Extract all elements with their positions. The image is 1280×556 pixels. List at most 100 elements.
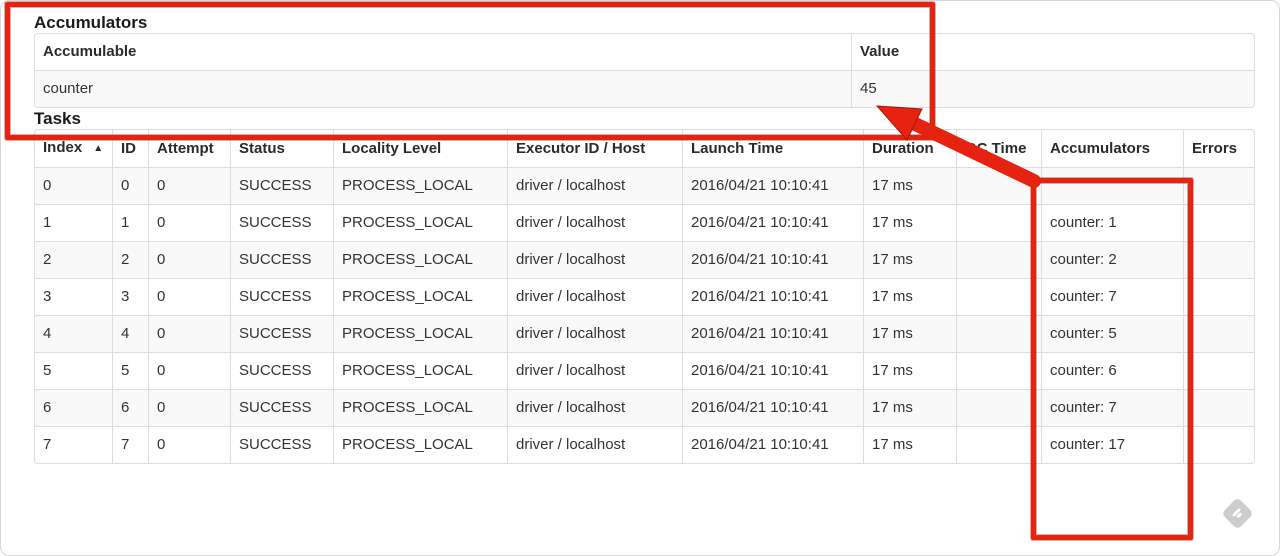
task-duration-cell: 17 ms xyxy=(863,352,956,389)
task-errors-cell xyxy=(1183,389,1254,426)
task-gc-time-cell xyxy=(956,352,1041,389)
accumulators-section-title: Accumulators xyxy=(34,13,148,32)
task-status-cell: SUCCESS xyxy=(230,278,333,315)
task-duration-cell: 17 ms xyxy=(863,426,956,463)
task-errors-cell xyxy=(1183,167,1254,204)
tasks-table-header-row: Index ▲ ID Attempt Status Locality Level Execu… xyxy=(35,130,1254,167)
task-id-cell: 0 xyxy=(112,167,148,204)
task-row: 5 5 0 SUCCESS PROCESS_LOCAL driver / localhos… xyxy=(35,352,1254,389)
col-header-duration[interactable]: Duration xyxy=(863,130,956,167)
task-id-cell: 1 xyxy=(112,204,148,241)
task-attempt-cell: 0 xyxy=(148,426,230,463)
task-accumulators-cell: counter: 7 xyxy=(1041,278,1183,315)
tasks-section-title: Tasks xyxy=(34,109,81,128)
task-index-cell: 4 xyxy=(35,315,112,352)
task-duration-cell: 17 ms xyxy=(863,241,956,278)
task-launch-time-cell: 2016/04/21 10:10:41 xyxy=(682,389,863,426)
task-index-cell: 6 xyxy=(35,389,112,426)
task-locality-level-cell: PROCESS_LOCAL xyxy=(333,204,507,241)
task-duration-cell: 17 ms xyxy=(863,204,956,241)
task-row: 7 7 0 SUCCESS PROCESS_LOCAL driver / localhos… xyxy=(35,426,1254,463)
task-gc-time-cell xyxy=(956,241,1041,278)
task-launch-time-cell: 2016/04/21 10:10:41 xyxy=(682,315,863,352)
task-gc-time-cell xyxy=(956,278,1041,315)
col-header-status[interactable]: Status xyxy=(230,130,333,167)
task-launch-time-cell: 2016/04/21 10:10:41 xyxy=(682,278,863,315)
accumulable-name-cell: counter xyxy=(35,70,851,107)
task-accumulators-cell: counter: 1 xyxy=(1041,204,1183,241)
task-locality-level-cell: PROCESS_LOCAL xyxy=(333,426,507,463)
task-index-cell: 1 xyxy=(35,204,112,241)
sort-ascending-icon: ▲ xyxy=(93,143,104,154)
task-index-cell: 5 xyxy=(35,352,112,389)
task-status-cell: SUCCESS xyxy=(230,204,333,241)
task-errors-cell xyxy=(1183,278,1254,315)
task-accumulators-cell: counter: 2 xyxy=(1041,241,1183,278)
task-locality-level-cell: PROCESS_LOCAL xyxy=(333,389,507,426)
task-executor-id-host-cell: driver / localhost xyxy=(507,426,682,463)
task-accumulators-cell: counter: 6 xyxy=(1041,352,1183,389)
task-launch-time-cell: 2016/04/21 10:10:41 xyxy=(682,426,863,463)
col-header-executor-id-host[interactable]: Executor ID / Host xyxy=(507,130,682,167)
col-header-index[interactable]: Index ▲ xyxy=(35,130,112,167)
task-row: 0 0 0 SUCCESS PROCESS_LOCAL driver / localhos… xyxy=(35,167,1254,204)
task-id-cell: 4 xyxy=(112,315,148,352)
task-attempt-cell: 0 xyxy=(148,241,230,278)
task-executor-id-host-cell: driver / localhost xyxy=(507,241,682,278)
task-accumulators-cell: counter: 17 xyxy=(1041,426,1183,463)
page: Accumulators Accumulable Value counter 45 … xyxy=(0,0,1280,556)
task-locality-level-cell: PROCESS_LOCAL xyxy=(333,278,507,315)
task-status-cell: SUCCESS xyxy=(230,315,333,352)
task-executor-id-host-cell: driver / localhost xyxy=(507,278,682,315)
task-executor-id-host-cell: driver / localhost xyxy=(507,167,682,204)
task-row: 6 6 0 SUCCESS PROCESS_LOCAL driver / localhos… xyxy=(35,389,1254,426)
col-header-locality-level[interactable]: Locality Level xyxy=(333,130,507,167)
accumulators-table-body: counter 45 xyxy=(35,70,1254,107)
feedly-diamond-shape xyxy=(1221,497,1254,530)
accumulator-row: counter 45 xyxy=(35,70,1254,107)
task-status-cell: SUCCESS xyxy=(230,389,333,426)
task-index-cell: 7 xyxy=(35,426,112,463)
task-gc-time-cell xyxy=(956,204,1041,241)
task-duration-cell: 17 ms xyxy=(863,167,956,204)
task-gc-time-cell xyxy=(956,167,1041,204)
task-errors-cell xyxy=(1183,204,1254,241)
task-locality-level-cell: PROCESS_LOCAL xyxy=(333,352,507,389)
task-launch-time-cell: 2016/04/21 10:10:41 xyxy=(682,352,863,389)
task-errors-cell xyxy=(1183,241,1254,278)
task-locality-level-cell: PROCESS_LOCAL xyxy=(333,241,507,278)
col-header-attempt[interactable]: Attempt xyxy=(148,130,230,167)
task-accumulators-cell xyxy=(1041,167,1183,204)
task-executor-id-host-cell: driver / localhost xyxy=(507,315,682,352)
task-errors-cell xyxy=(1183,315,1254,352)
col-header-id[interactable]: ID xyxy=(112,130,148,167)
task-locality-level-cell: PROCESS_LOCAL xyxy=(333,167,507,204)
task-status-cell: SUCCESS xyxy=(230,167,333,204)
task-launch-time-cell: 2016/04/21 10:10:41 xyxy=(682,241,863,278)
task-status-cell: SUCCESS xyxy=(230,426,333,463)
feedly-glyph xyxy=(1231,507,1243,519)
accumulators-table-header-row: Accumulable Value xyxy=(35,34,1254,70)
col-header-launch-time[interactable]: Launch Time xyxy=(682,130,863,167)
task-gc-time-cell xyxy=(956,426,1041,463)
task-gc-time-cell xyxy=(956,315,1041,352)
col-header-value: Value xyxy=(851,34,1254,70)
task-executor-id-host-cell: driver / localhost xyxy=(507,389,682,426)
col-header-accumulable: Accumulable xyxy=(43,43,137,60)
task-id-cell: 6 xyxy=(112,389,148,426)
task-executor-id-host-cell: driver / localhost xyxy=(507,352,682,389)
task-index-cell: 2 xyxy=(35,241,112,278)
task-launch-time-cell: 2016/04/21 10:10:41 xyxy=(682,204,863,241)
task-executor-id-host-cell: driver / localhost xyxy=(507,204,682,241)
feedly-watermark-icon xyxy=(1221,497,1254,530)
task-duration-cell: 17 ms xyxy=(863,278,956,315)
col-header-errors[interactable]: Errors xyxy=(1183,130,1254,167)
task-status-cell: SUCCESS xyxy=(230,352,333,389)
task-errors-cell xyxy=(1183,426,1254,463)
task-status-cell: SUCCESS xyxy=(230,241,333,278)
col-header-gc-time[interactable]: GC Time xyxy=(956,130,1041,167)
task-duration-cell: 17 ms xyxy=(863,315,956,352)
task-attempt-cell: 0 xyxy=(148,315,230,352)
task-attempt-cell: 0 xyxy=(148,352,230,389)
col-header-accumulators[interactable]: Accumulators xyxy=(1041,130,1183,167)
